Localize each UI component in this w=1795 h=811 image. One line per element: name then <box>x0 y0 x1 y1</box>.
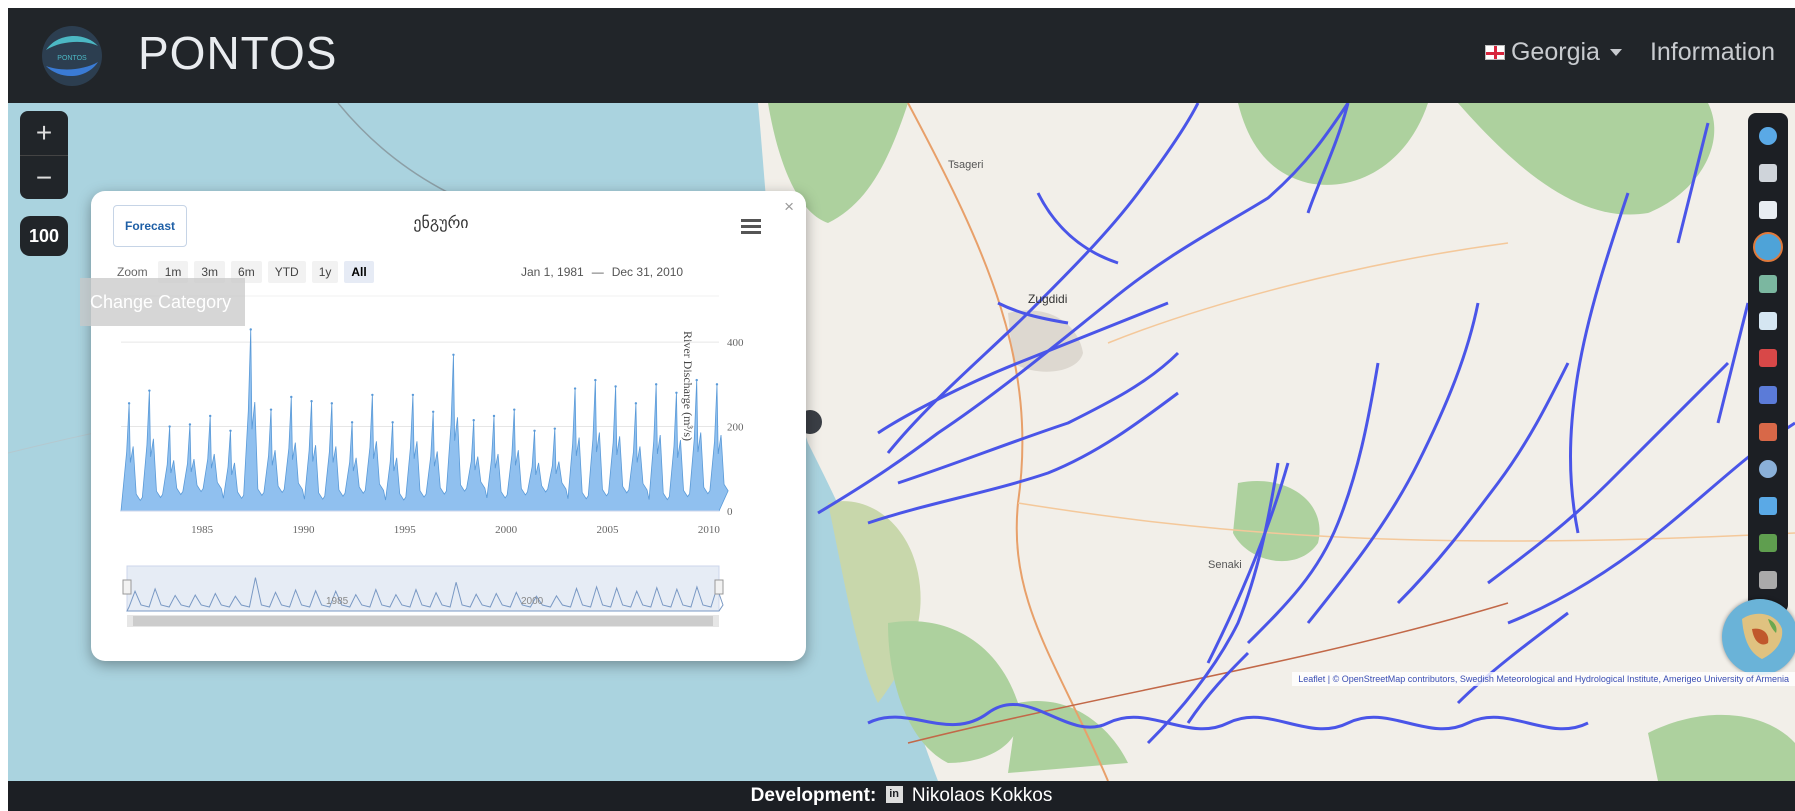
peak-point <box>614 385 617 388</box>
peak-point <box>634 402 638 405</box>
change-category-button[interactable]: Change Category <box>80 278 245 326</box>
peak-point <box>310 400 313 403</box>
country-dropdown[interactable]: Georgia <box>1484 38 1622 67</box>
map-label-zugdidi: Zugdidi <box>1028 292 1067 306</box>
peak-point <box>654 383 658 386</box>
y-tick-label: 400 <box>727 337 744 349</box>
scrollbar-thumb <box>133 616 713 626</box>
minimap-globe[interactable] <box>1722 599 1795 675</box>
y-tick-label: 200 <box>727 422 744 434</box>
discharge-area-series <box>120 329 729 512</box>
x-tick-label: 2005 <box>597 524 620 536</box>
water-drop-icon[interactable] <box>1752 232 1784 262</box>
peak-point <box>229 429 232 432</box>
navigator-label: 2000 <box>521 596 544 607</box>
peak-point <box>330 402 334 405</box>
navigator-window <box>126 565 720 612</box>
discharge-chart[interactable]: 0 200 400 1985 1990 1995 2000 2005 2010 1985 2000 <box>91 191 806 661</box>
navigator-handle-right <box>714 579 724 595</box>
zoom-out-button[interactable]: − <box>20 155 68 200</box>
x-tick-label: 1985 <box>191 524 214 536</box>
caret-down-icon <box>1609 49 1622 56</box>
peak-point <box>188 423 192 426</box>
map-attribution: Leaflet | © OpenStreetMap contributors, … <box>1292 672 1795 686</box>
drought-icon[interactable] <box>1752 417 1784 447</box>
peak-point <box>148 389 151 392</box>
vegetation-icon[interactable] <box>1752 528 1784 558</box>
peak-point <box>208 414 212 418</box>
peak-point <box>452 353 455 356</box>
network-icon[interactable] <box>1752 565 1784 595</box>
georgia-flag-icon <box>1484 45 1505 60</box>
logo-text: PONTOS <box>57 55 87 62</box>
flood-icon[interactable] <box>1752 269 1784 299</box>
peak-point <box>553 427 557 430</box>
glacier-icon[interactable] <box>1752 195 1784 225</box>
peak-point <box>513 408 516 411</box>
peak-point <box>269 408 273 411</box>
peak-point <box>127 402 131 405</box>
peak-point <box>350 421 354 424</box>
footer-label: Development: <box>750 785 877 806</box>
peak-point <box>573 387 577 390</box>
x-tick-label: 1995 <box>394 524 417 536</box>
peak-point <box>249 328 252 331</box>
country-label: Georgia <box>1510 38 1600 66</box>
navigator-handle-left <box>122 579 132 595</box>
peak-point <box>492 414 496 418</box>
map-label-senaki: Senaki <box>1208 559 1242 571</box>
zoom-in-button[interactable]: + <box>20 111 68 155</box>
sea-level-icon[interactable] <box>1752 454 1784 484</box>
scale-value-box[interactable]: 100 <box>20 216 68 256</box>
peak-point <box>411 393 415 397</box>
y-tick-label: 0 <box>727 506 733 518</box>
thermometer-icon[interactable] <box>1752 343 1784 373</box>
peak-point <box>695 378 698 382</box>
station-popup: × Forecast ენგური Zoom 1m 3m 6m YTD 1y A… <box>91 191 806 661</box>
developer-name[interactable]: Nikolaos Kokkos <box>912 785 1052 806</box>
x-tick-label: 1990 <box>292 524 315 536</box>
linkedin-icon[interactable]: in <box>885 785 903 803</box>
app-frame: PONTOS PONTOS Georgia Information Tsager… <box>8 8 1795 811</box>
peak-point <box>675 391 678 394</box>
top-navbar: PONTOS PONTOS Georgia Information <box>8 8 1795 103</box>
x-tick-label: 2010 <box>698 524 721 536</box>
layer-panel <box>1748 113 1788 613</box>
peak-point <box>431 410 435 413</box>
basin-icon[interactable] <box>1752 121 1784 151</box>
navigator-label: 1985 <box>326 596 349 607</box>
pontos-logo-icon[interactable]: PONTOS <box>40 24 104 88</box>
peak-point <box>533 429 536 432</box>
peak-point <box>391 421 394 424</box>
precipitation-icon[interactable] <box>1752 380 1784 410</box>
nav-right: Georgia Information <box>1484 38 1775 67</box>
peak-point <box>472 419 475 422</box>
snow-icon[interactable] <box>1752 306 1784 336</box>
x-tick-label: 2000 <box>495 524 518 536</box>
peak-point <box>290 395 293 399</box>
zoom-control: + − <box>20 111 68 199</box>
mountain-icon[interactable] <box>1752 158 1784 188</box>
brand-title[interactable]: PONTOS <box>138 26 337 80</box>
peak-point <box>168 425 171 428</box>
peak-point <box>715 383 719 386</box>
peak-point <box>371 393 374 397</box>
y-axis-title: River Discharge (m³/s) <box>681 331 695 442</box>
map-label-tsageri: Tsageri <box>948 159 983 171</box>
footer: Development: in Nikolaos Kokkos <box>8 781 1795 811</box>
peak-point <box>594 378 597 382</box>
wind-icon[interactable] <box>1752 491 1784 521</box>
information-link[interactable]: Information <box>1650 38 1775 67</box>
